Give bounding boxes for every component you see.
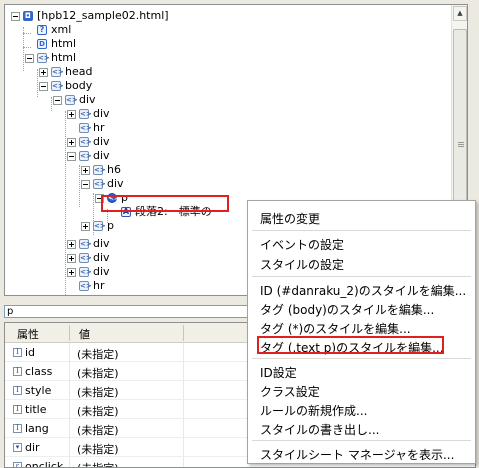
tag-icon: <> — [93, 221, 106, 231]
tag-icon: <> — [51, 67, 64, 77]
tree-node-div[interactable]: <> div — [53, 93, 96, 107]
menu-item-export-style[interactable]: スタイルの書き出し... — [260, 421, 379, 438]
question-icon: ? — [37, 25, 47, 35]
attribute-icon: I — [13, 424, 22, 433]
collapse-icon[interactable] — [25, 53, 34, 63]
tag-icon: <> — [93, 165, 106, 175]
tree-node-html[interactable]: <> html — [25, 51, 76, 65]
menu-separator — [252, 230, 471, 231]
tag-icon: <> — [65, 95, 78, 105]
column-header-name[interactable]: 属性 — [17, 326, 39, 342]
menu-separator — [252, 440, 471, 441]
expand-icon[interactable] — [67, 239, 76, 249]
expand-icon[interactable] — [67, 137, 76, 147]
tree-connector — [79, 165, 80, 207]
menu-item-id-settings[interactable]: ID設定 — [260, 364, 297, 381]
expand-icon[interactable] — [67, 267, 76, 277]
tree-node-div[interactable]: <> div — [67, 149, 110, 163]
tree-node-div[interactable]: <> div — [67, 251, 110, 265]
collapse-icon[interactable] — [81, 179, 90, 189]
tree-node-document[interactable]: ◘ [hpb12_sample02.html] — [11, 9, 169, 23]
tag-icon: <> — [79, 239, 92, 249]
menu-item-highlight — [257, 336, 444, 354]
expand-icon[interactable] — [81, 165, 90, 175]
search-input[interactable]: p — [4, 305, 256, 318]
menu-item-change-attributes[interactable]: 属性の変更 — [260, 210, 320, 227]
tree-connector — [65, 111, 66, 295]
tree-node-p[interactable]: <> p — [81, 219, 114, 233]
tree-node-h6[interactable]: <> h6 — [81, 163, 121, 177]
tree-node-div[interactable]: <> div — [67, 265, 110, 279]
collapse-icon[interactable] — [67, 151, 76, 161]
tree-node-div[interactable]: <> div — [67, 107, 110, 121]
tree-connector — [51, 97, 52, 111]
menu-item-event-settings[interactable]: イベントの設定 — [260, 236, 344, 253]
selection-highlight — [101, 195, 229, 212]
tag-icon: <> — [93, 179, 106, 189]
document-icon: ◘ — [23, 11, 33, 21]
tree-node-div[interactable]: <> div — [67, 135, 110, 149]
tree-node-div[interactable]: <> div — [67, 237, 110, 251]
event-icon: ε — [13, 462, 22, 467]
menu-item-class-settings[interactable]: クラス設定 — [260, 383, 320, 400]
collapse-icon[interactable] — [39, 81, 48, 91]
expand-icon[interactable] — [67, 109, 76, 119]
app-window: ◘ [hpb12_sample02.html] ? xml D html <> … — [0, 0, 479, 468]
tree-node-body[interactable]: <> body — [39, 79, 92, 93]
menu-item-style-settings[interactable]: スタイルの設定 — [260, 256, 344, 273]
tree-node-head[interactable]: <> head — [39, 65, 92, 79]
menu-item-stylesheet-manager[interactable]: スタイルシート マネージャを表示... — [260, 446, 454, 463]
context-menu: 属性の変更 イベントの設定 スタイルの設定 ID (#danraku_2)のスタ… — [247, 200, 476, 464]
tag-icon: <> — [79, 123, 92, 133]
menu-item-edit-body-style[interactable]: タグ (body)のスタイルを編集... — [260, 301, 434, 318]
attribute-icon: I — [13, 348, 22, 357]
tree-node-doctype[interactable]: D html — [25, 37, 76, 51]
collapse-icon[interactable] — [53, 95, 62, 105]
expand-icon[interactable] — [67, 253, 76, 263]
menu-item-edit-id-style[interactable]: ID (#danraku_2)のスタイルを編集... — [260, 282, 466, 299]
collapse-icon[interactable] — [11, 11, 20, 21]
expand-icon[interactable] — [39, 67, 48, 77]
tag-icon: <> — [37, 53, 50, 63]
column-header-value[interactable]: 値 — [79, 326, 90, 342]
attribute-icon: I — [13, 405, 22, 414]
menu-item-new-rule[interactable]: ルールの新規作成... — [260, 402, 367, 419]
html-doc-icon: D — [37, 39, 47, 49]
tag-icon: <> — [79, 109, 92, 119]
tree-node-div[interactable]: <> div — [81, 177, 124, 191]
attribute-icon: I — [13, 367, 22, 376]
expand-icon[interactable] — [81, 221, 90, 231]
tag-icon: <> — [79, 253, 92, 263]
tag-icon: <> — [79, 267, 92, 277]
attribute-icon: I — [13, 386, 22, 395]
tree-node-xml[interactable]: ? xml — [25, 23, 71, 37]
tree-connector — [37, 69, 38, 97]
tag-icon: <> — [79, 137, 92, 147]
tag-icon: <> — [79, 281, 92, 291]
menu-item-edit-universal-style[interactable]: タグ (*)のスタイルを編集... — [260, 320, 411, 337]
tree-node-hr[interactable]: <> hr — [67, 121, 105, 135]
tree-node-hr[interactable]: <> hr — [67, 279, 105, 293]
tag-icon: <> — [51, 81, 64, 91]
tag-icon: <> — [79, 151, 92, 161]
menu-separator — [252, 276, 471, 277]
dropdown-attribute-icon: ▾ — [13, 443, 22, 452]
menu-separator — [252, 358, 471, 359]
scroll-up-icon[interactable]: ▲ — [453, 6, 467, 21]
